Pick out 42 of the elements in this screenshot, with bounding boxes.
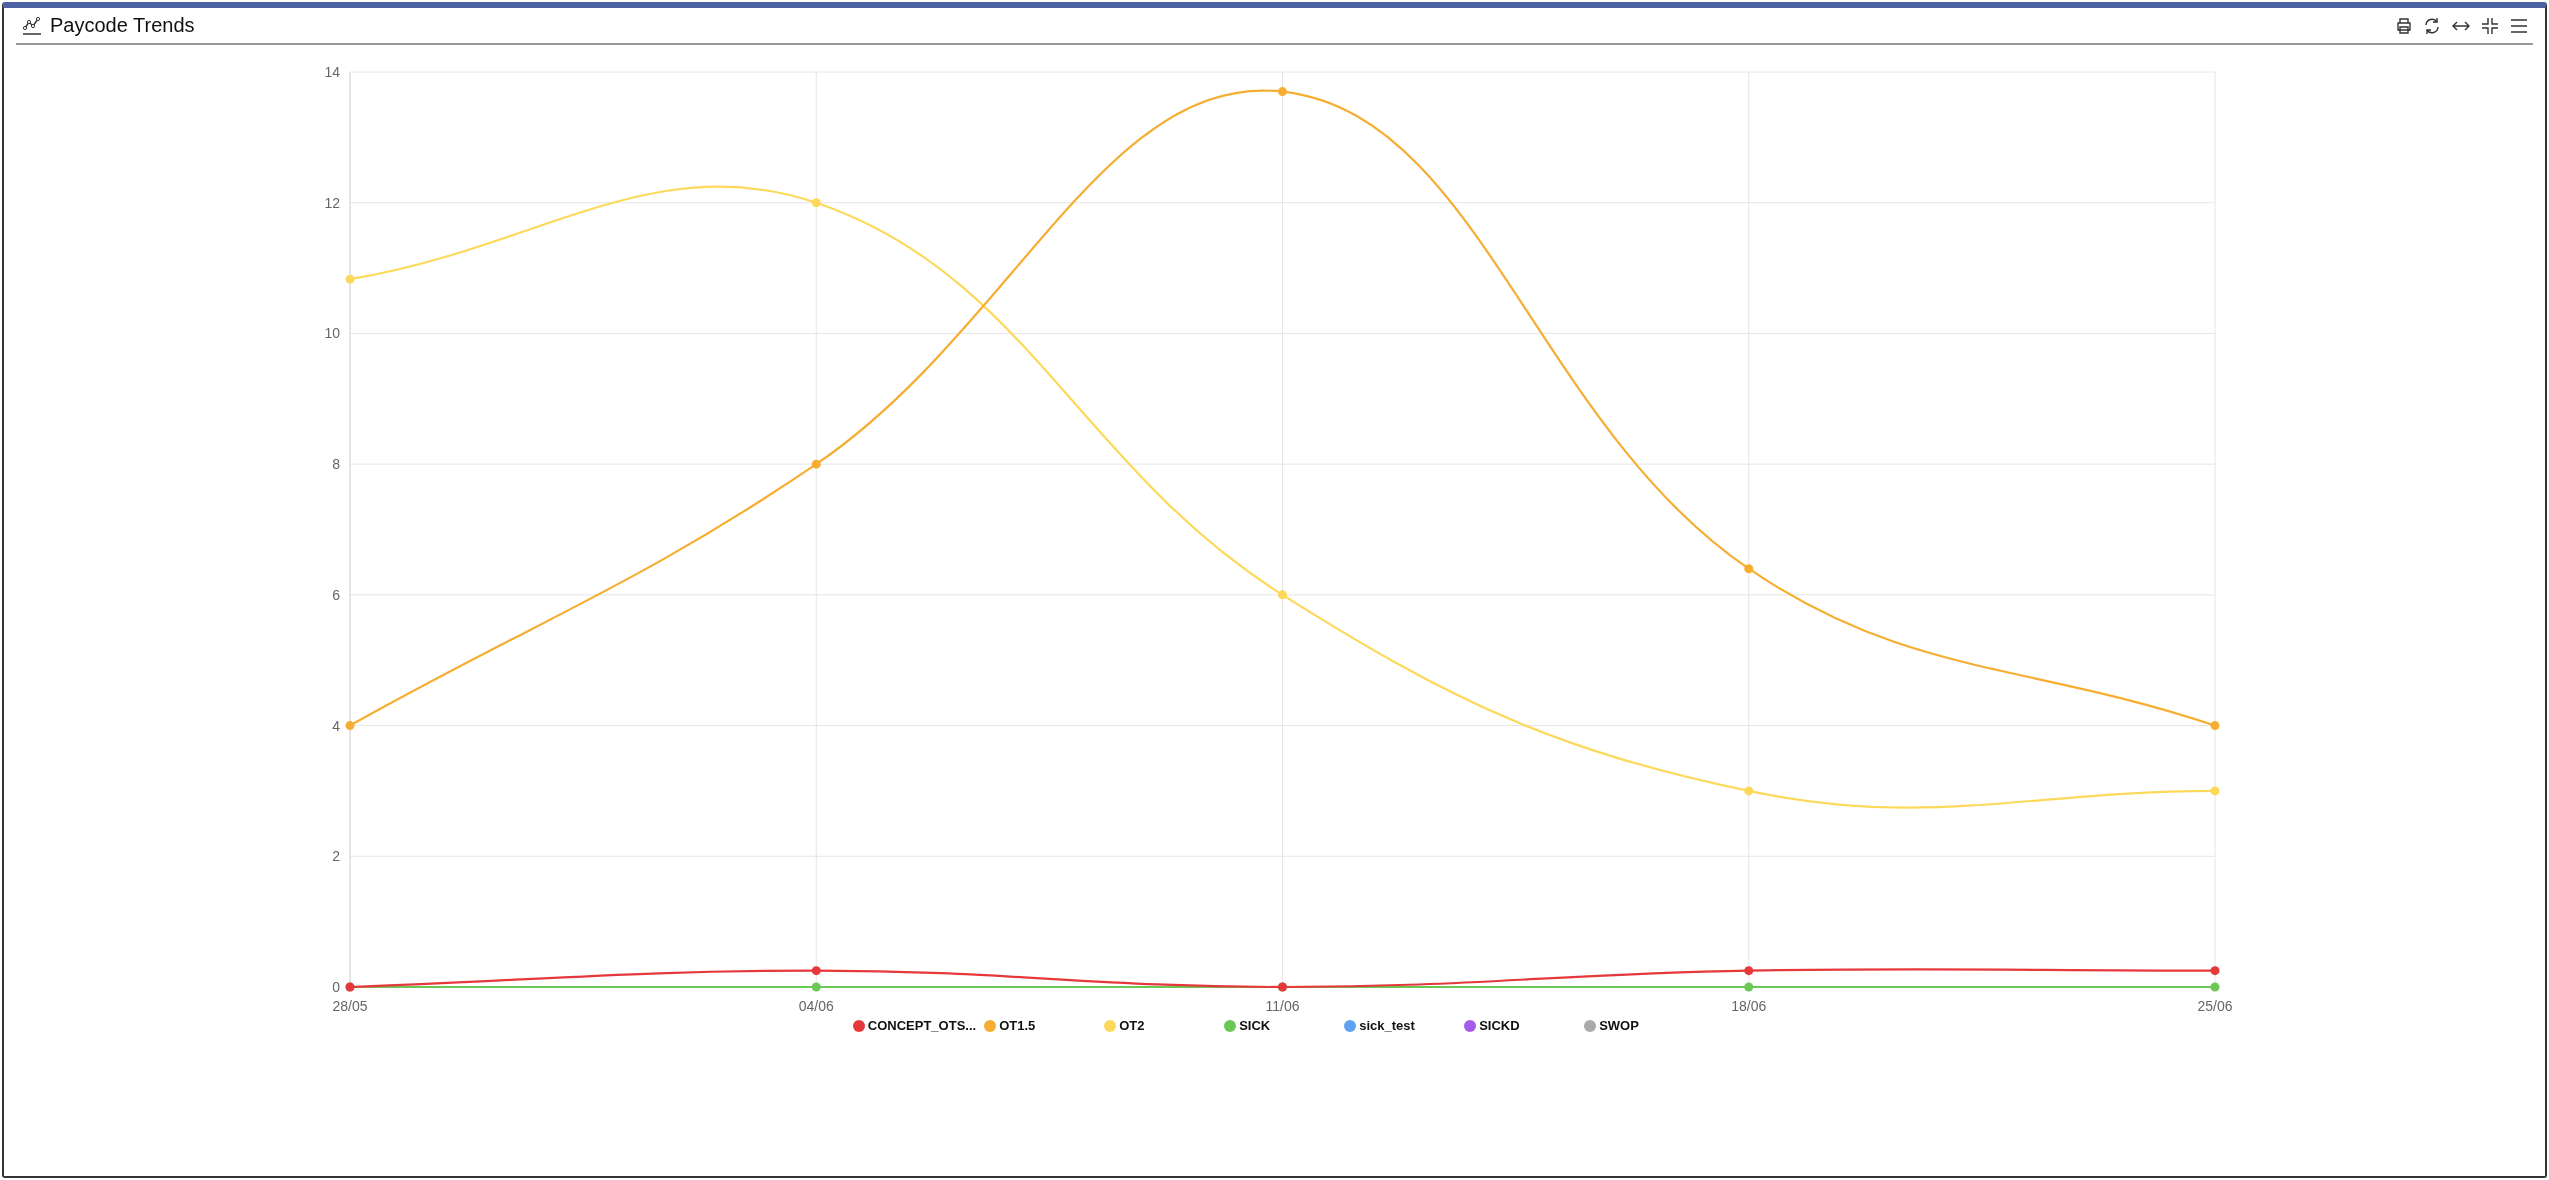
- legend-label[interactable]: SICKD: [1479, 1018, 1520, 1033]
- point: [1744, 564, 1754, 574]
- point: [2210, 982, 2220, 992]
- line-chart-icon: [22, 15, 42, 36]
- point: [345, 721, 355, 731]
- y-axis-label: 10: [324, 325, 340, 342]
- point: [811, 459, 821, 469]
- legend-label[interactable]: SICK: [1239, 1018, 1271, 1033]
- point: [811, 966, 821, 976]
- y-axis-label: 12: [324, 194, 340, 211]
- point: [2210, 721, 2220, 731]
- menu-icon[interactable]: [2509, 16, 2529, 35]
- x-axis-label: 28/05: [332, 998, 368, 1014]
- x-axis-label: 25/06: [2197, 998, 2233, 1014]
- refresh-icon[interactable]: [2423, 16, 2441, 35]
- y-axis-label: 2: [332, 848, 340, 865]
- x-axis-label: 04/06: [798, 998, 834, 1014]
- point: [2210, 786, 2220, 796]
- point: [1744, 966, 1754, 976]
- legend-label[interactable]: CONCEPT_OTS...: [867, 1018, 977, 1033]
- point: [345, 274, 355, 284]
- compress-icon[interactable]: [2481, 16, 2499, 35]
- point: [811, 982, 821, 992]
- point: [1744, 982, 1754, 992]
- panel-title: Paycode Trends: [50, 14, 195, 37]
- legend-label[interactable]: OT1.5: [999, 1018, 1036, 1033]
- point: [2210, 966, 2220, 976]
- legend-label[interactable]: sick_test: [1359, 1018, 1415, 1033]
- x-axis-label: 18/06: [1731, 998, 1767, 1014]
- point: [1278, 590, 1287, 600]
- print-icon[interactable]: [2395, 16, 2413, 35]
- point: [1744, 786, 1754, 796]
- x-axis-label: 11/06: [1265, 998, 1300, 1014]
- point: [811, 198, 821, 208]
- legend-label[interactable]: SWOP: [1599, 1018, 1639, 1033]
- y-axis-label: 4: [332, 717, 340, 734]
- point: [1278, 87, 1287, 97]
- legend-label[interactable]: OT2: [1119, 1018, 1145, 1033]
- y-axis-label: 14: [324, 64, 340, 80]
- y-axis-label: 8: [332, 456, 340, 473]
- y-axis-label: 6: [332, 586, 340, 603]
- y-axis-label: 0: [332, 979, 340, 995]
